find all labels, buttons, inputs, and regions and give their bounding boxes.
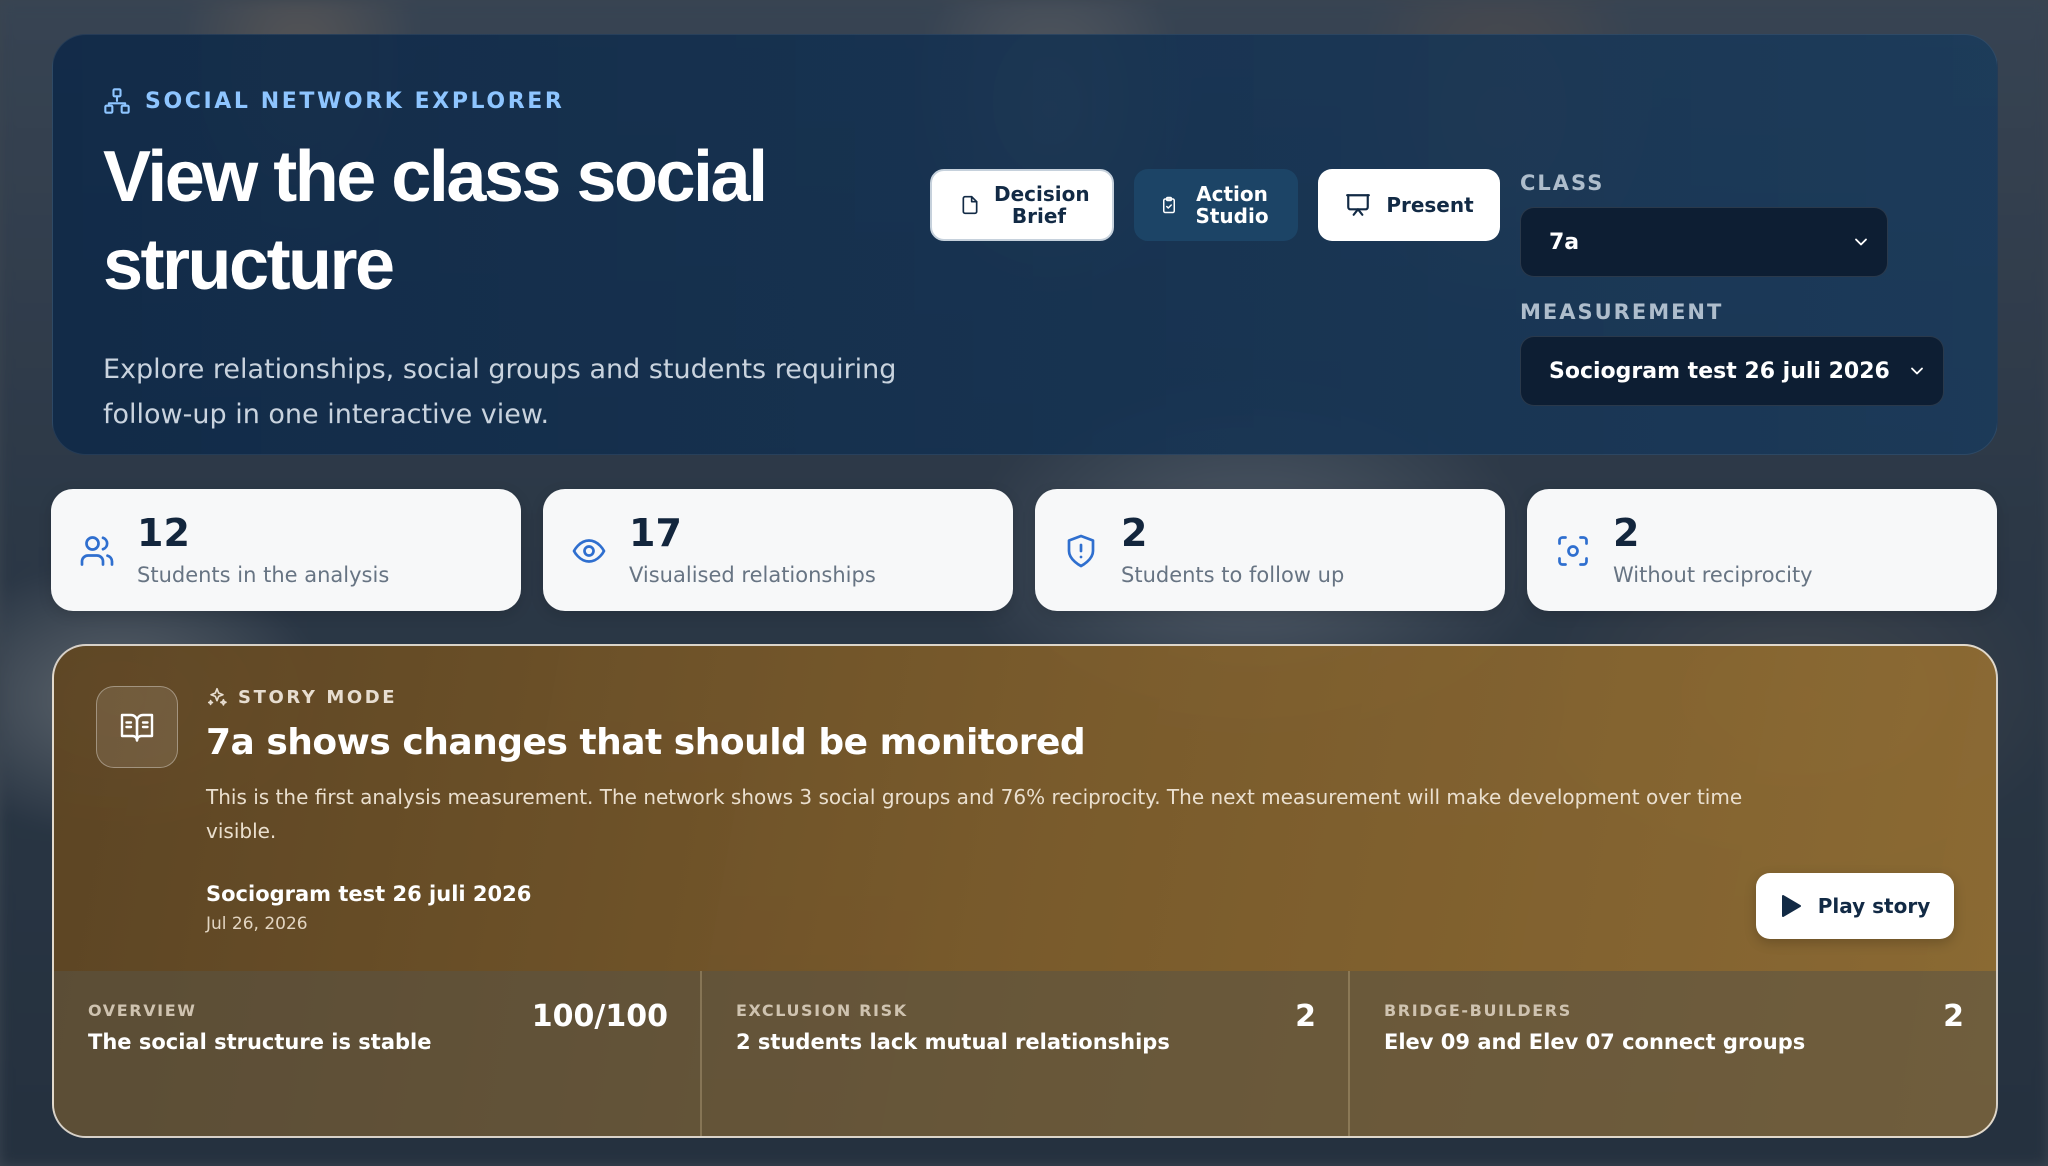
play-story-button[interactable]: Play story [1756,873,1954,939]
story-description: This is the first analysis measurement. … [206,785,1743,843]
stat-value: 12 [137,511,190,555]
stat-card-follow-up: 2 Students to follow up [1035,489,1505,611]
decision-brief-button[interactable]: Decision Brief [930,169,1114,241]
metric-kicker: EXCLUSION RISK [736,1001,908,1020]
measurement-select[interactable]: Sociogram test 26 juli 2026 [1520,336,1944,406]
metric-value: 2 [1295,999,1316,1034]
focus-icon [1558,536,1588,566]
metric-kicker: BRIDGE-BUILDERS [1384,1001,1572,1020]
measurement-select-value: Sociogram test 26 juli 2026 [1549,358,1890,384]
eye-icon [572,539,606,563]
book-open-icon [96,686,178,768]
stat-label: Without reciprocity [1613,563,1813,587]
metric-text: Elev 09 and Elev 07 connect groups [1384,1030,1806,1054]
clipboard-icon [1163,196,1175,214]
class-select[interactable]: 7a [1520,207,1888,277]
story-eyebrow-label: STORY MODE [238,686,398,708]
story-metrics: OVERVIEW The social structure is stable … [54,971,1996,1136]
stat-value: 2 [1613,511,1640,555]
stat-value: 17 [629,511,682,555]
stat-label: Visualised relationships [629,563,876,587]
present-label: Present [1386,193,1474,217]
sparkles-icon [207,687,227,706]
stat-value: 2 [1121,511,1148,555]
present-button[interactable]: Present [1318,169,1500,241]
decision-brief-label: Decision Brief [994,182,1090,228]
eyebrow-label: SOCIAL NETWORK EXPLORER [145,88,565,114]
measurement-label: MEASUREMENT [1520,300,1724,324]
chevron-down-icon [1911,367,1923,375]
story-title: 7a shows changes that should be monitore… [206,722,1086,763]
stat-label: Students in the analysis [137,563,390,587]
story-card: STORY MODE 7a shows changes that should … [52,644,1998,1138]
stat-card-relationships: 17 Visualised relationships [543,489,1013,611]
presentation-icon [1346,194,1371,216]
action-studio-label: Action Studio [1195,182,1269,228]
users-icon [80,536,114,566]
metric-value: 2 [1943,999,1964,1034]
stat-label: Students to follow up [1121,563,1345,587]
story-eyebrow: STORY MODE [206,686,397,708]
play-icon [1781,895,1801,917]
metric-exclusion-risk: EXCLUSION RISK 2 students lack mutual re… [702,971,1350,1136]
action-studio-button[interactable]: Action Studio [1134,169,1298,241]
page-subtitle: Explore relationships, social groups and… [103,354,897,430]
play-story-label: Play story [1817,894,1931,918]
metric-value: 100/100 [531,999,668,1034]
explorer-header: SOCIAL NETWORK EXPLORER View the class s… [52,34,1998,455]
class-select-value: 7a [1549,229,1580,255]
story-date: Jul 26, 2026 [206,914,308,934]
class-label: CLASS [1520,171,1605,195]
section-eyebrow: SOCIAL NETWORK EXPLORER [103,87,564,115]
chevron-down-icon [1855,238,1867,246]
stat-card-reciprocity: 2 Without reciprocity [1527,489,1997,611]
page-title: View the class social structure [103,137,768,305]
shield-alert-icon [1067,534,1095,568]
metric-bridge-builders: BRIDGE-BUILDERS Elev 09 and Elev 07 conn… [1350,971,1996,1136]
network-icon [104,88,130,114]
story-measurement: Sociogram test 26 juli 2026 [206,882,532,906]
metric-overview: OVERVIEW The social structure is stable … [54,971,702,1136]
document-icon [962,195,978,215]
metric-text: 2 students lack mutual relationships [736,1030,1170,1054]
stat-card-students: 12 Students in the analysis [51,489,521,611]
